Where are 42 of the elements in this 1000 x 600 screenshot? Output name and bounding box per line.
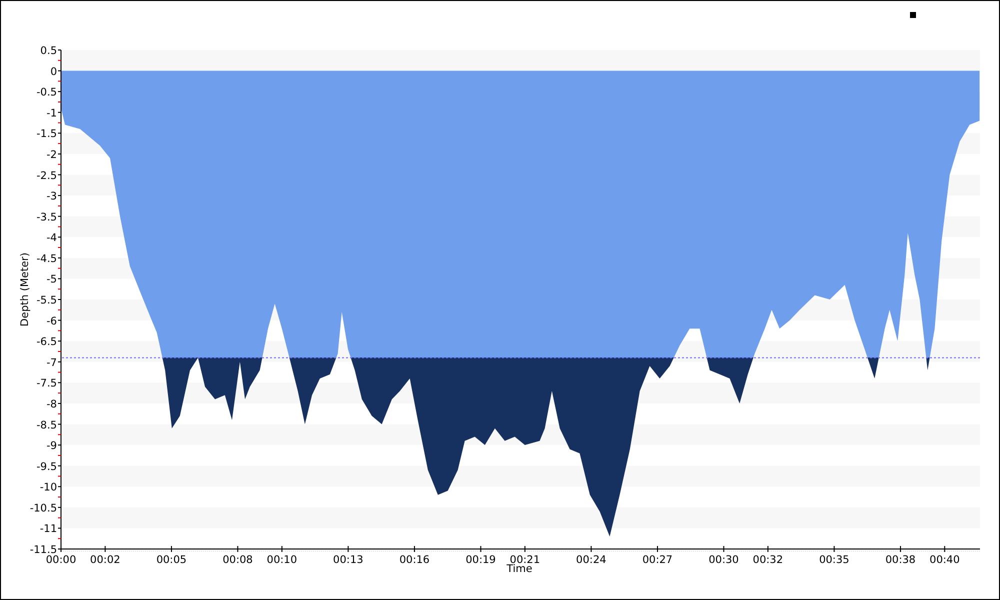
x-tick-label: 00:27	[642, 554, 673, 566]
y-tick-label: -8	[46, 398, 57, 410]
x-tick-label: 00:16	[399, 554, 430, 566]
y-tick-label: -11.5	[30, 544, 57, 556]
y-tick-label: -7.5	[36, 378, 57, 390]
y-tick-label: -0.5	[36, 86, 57, 99]
x-tick-label: 00:35	[819, 554, 850, 566]
y-tick-label: -5	[46, 274, 57, 286]
x-tick-label: 00:40	[930, 554, 960, 566]
y-tick-label: -9.5	[36, 460, 57, 473]
y-tick-label: -8.5	[36, 419, 57, 432]
y-tick-label: 0	[50, 66, 57, 78]
x-axis-title: Time	[506, 563, 532, 575]
y-tick-label: -9	[46, 440, 57, 452]
x-tick-label: 00:30	[708, 554, 739, 566]
y-tick-label: -7	[46, 356, 57, 369]
y-tick-label: -10	[40, 482, 57, 494]
y-tick-label: -3	[46, 190, 57, 203]
x-tick-label: 00:32	[752, 554, 784, 566]
y-tick-label: -10.5	[30, 502, 57, 514]
y-tick-label: -4	[46, 232, 57, 244]
y-tick-label: 0.5	[40, 45, 57, 57]
x-tick-label: 00:13	[333, 554, 364, 566]
x-tick-label: 00:02	[90, 554, 120, 566]
x-tick-label: 00:10	[266, 554, 298, 566]
x-tick-label: 00:00	[46, 554, 76, 566]
x-tick-label: 00:19	[466, 554, 496, 566]
y-tick-label: -2	[46, 148, 57, 161]
y-tick-label: -6.5	[36, 336, 57, 348]
y-tick-label: -1	[46, 107, 57, 120]
x-tick-label: 00:05	[156, 554, 187, 566]
x-tick-label: 00:08	[222, 554, 253, 566]
y-tick-label: -4.5	[36, 252, 57, 265]
y-tick-label: -6	[46, 315, 57, 328]
x-tick-label: 00:38	[885, 554, 916, 566]
y-tick-label: -3.5	[36, 211, 57, 224]
y-tick-label: -1.5	[36, 128, 57, 140]
y-tick-label: -11	[40, 523, 57, 536]
y-tick-label: -5.5	[36, 294, 57, 306]
y-axis-title: Depth (Meter)	[19, 252, 31, 326]
x-tick-label: 00:24	[576, 554, 606, 566]
y-tick-label: -2.5	[36, 170, 57, 182]
